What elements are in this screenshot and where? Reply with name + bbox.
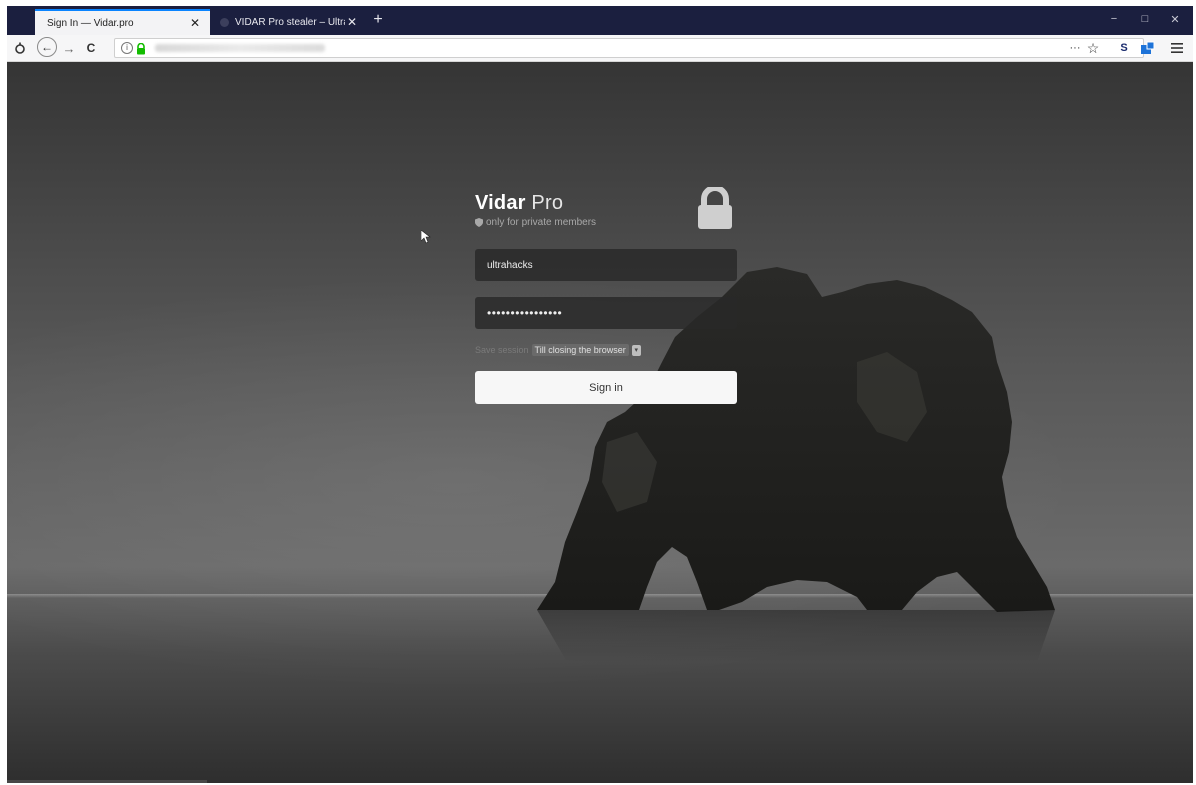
extension-s-icon[interactable]: S xyxy=(1116,39,1132,57)
chevron-down-icon[interactable]: ▾ xyxy=(631,344,641,356)
username-field[interactable]: ultrahacks xyxy=(475,249,737,281)
tab-label: Sign In — Vidar.pro xyxy=(47,17,134,29)
browser-window: Sign In — Vidar.pro ✕ VIDAR Pro stealer … xyxy=(7,6,1193,783)
sea-stack-rock-image xyxy=(537,267,1055,662)
login-form: Vidar Pro only for private members ultra… xyxy=(475,187,737,404)
tab-sign-in[interactable]: Sign In — Vidar.pro ✕ xyxy=(35,9,210,35)
close-window-button[interactable]: ✕ xyxy=(1168,13,1182,26)
login-page-background: Vidar Pro only for private members ultra… xyxy=(7,62,1193,783)
sign-in-button[interactable]: Sign in xyxy=(475,371,737,404)
maximize-button[interactable]: □ xyxy=(1138,13,1152,25)
tab-close-icon[interactable]: ✕ xyxy=(345,15,359,29)
tab-vidar-stealer[interactable]: VIDAR Pro stealer – Ultra Hacks ✕ xyxy=(212,9,367,35)
brand-name: Vidar xyxy=(475,192,526,214)
brand-suffix: Pro xyxy=(525,192,564,214)
new-tab-button[interactable]: + xyxy=(369,11,387,29)
back-button[interactable]: ← xyxy=(37,37,57,57)
tab-label: VIDAR Pro stealer – Ultra Hacks xyxy=(235,16,345,28)
extension-icon[interactable] xyxy=(1139,39,1157,57)
minimize-button[interactable]: − xyxy=(1107,13,1121,25)
password-field[interactable]: •••••••••••••••• xyxy=(475,297,737,329)
save-session-row: Save session Till closing the browser ▾ xyxy=(475,344,641,356)
tab-strip: Sign In — Vidar.pro ✕ VIDAR Pro stealer … xyxy=(7,6,1193,35)
info-icon[interactable]: i xyxy=(121,42,133,54)
page-load-indicator xyxy=(7,780,207,783)
url-bar[interactable]: i xyxy=(114,38,1144,58)
save-session-label: Save session xyxy=(475,345,529,355)
reload-button[interactable]: C xyxy=(83,39,99,57)
page-actions-icon[interactable]: ··· xyxy=(1067,39,1083,57)
navigation-bar: ← → C i ··· ☆ S xyxy=(7,35,1193,62)
forward-button[interactable]: → xyxy=(61,39,77,57)
tab-favicon-icon xyxy=(220,17,229,27)
padlock-icon xyxy=(698,187,732,229)
menu-hamburger-icon[interactable] xyxy=(1169,39,1185,57)
url-text-redacted xyxy=(155,44,325,52)
subtitle-text: only for private members xyxy=(486,217,597,228)
shield-icon xyxy=(475,218,483,227)
session-duration-select[interactable]: Till closing the browser xyxy=(531,344,629,356)
secure-lock-icon[interactable] xyxy=(136,42,146,60)
bookmark-star-icon[interactable]: ☆ xyxy=(1085,39,1101,57)
mouse-cursor-icon xyxy=(421,230,431,244)
tab-close-icon[interactable]: ✕ xyxy=(188,16,202,30)
bookmark-icon[interactable] xyxy=(11,39,29,57)
